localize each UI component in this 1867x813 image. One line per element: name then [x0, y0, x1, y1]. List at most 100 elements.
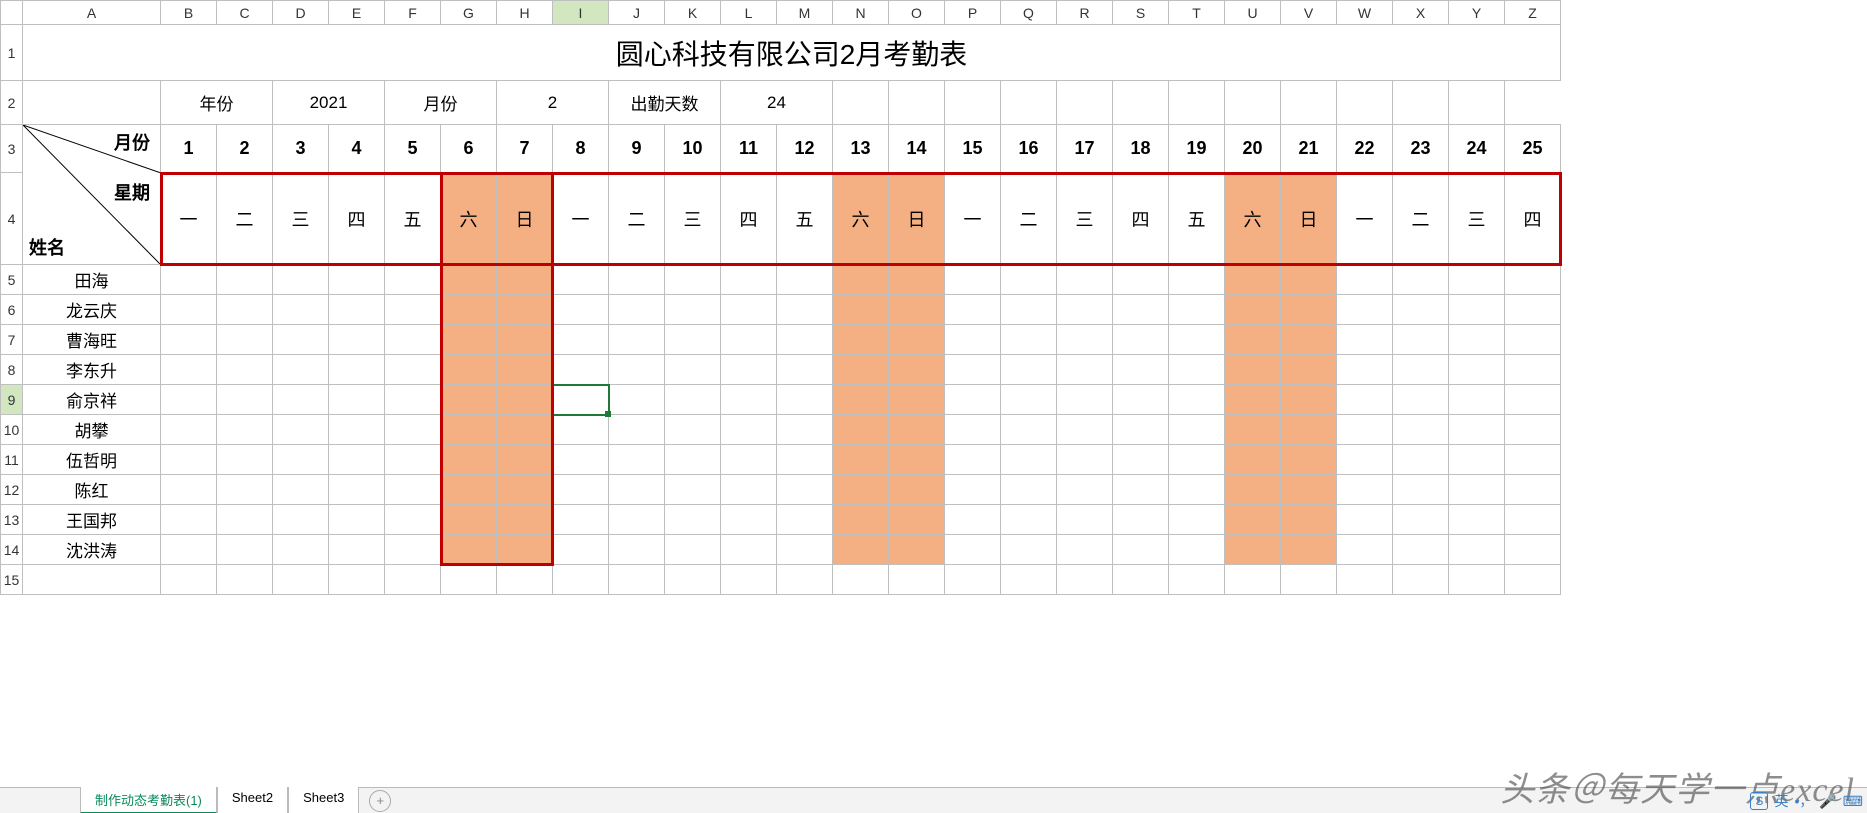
cell-O11[interactable]	[889, 445, 945, 475]
cell-blank-r2-9[interactable]	[1337, 81, 1393, 125]
cell-R12[interactable]	[1057, 475, 1113, 505]
cell-B9[interactable]	[161, 385, 217, 415]
col-header-N[interactable]: N	[833, 1, 889, 25]
weekday-13[interactable]: 六	[833, 173, 889, 265]
weekday-10[interactable]: 三	[665, 173, 721, 265]
cell-M12[interactable]	[777, 475, 833, 505]
weekday-24[interactable]: 三	[1449, 173, 1505, 265]
cell-W15[interactable]	[1337, 565, 1393, 595]
day-num-25[interactable]: 25	[1505, 125, 1561, 173]
day-num-8[interactable]: 8	[553, 125, 609, 173]
cell-B7[interactable]	[161, 325, 217, 355]
col-header-J[interactable]: J	[609, 1, 665, 25]
cell-T13[interactable]	[1169, 505, 1225, 535]
cell-W13[interactable]	[1337, 505, 1393, 535]
day-num-23[interactable]: 23	[1393, 125, 1449, 173]
cell-C15[interactable]	[217, 565, 273, 595]
cell-B6[interactable]	[161, 295, 217, 325]
cell-J11[interactable]	[609, 445, 665, 475]
name-cell-5[interactable]: 田海	[23, 265, 161, 295]
weekday-1[interactable]: 一	[161, 173, 217, 265]
cell-L12[interactable]	[721, 475, 777, 505]
cell-H14[interactable]	[497, 535, 553, 565]
cell-Q10[interactable]	[1001, 415, 1057, 445]
cell-blank-r2-11[interactable]	[1449, 81, 1505, 125]
cell-G9[interactable]	[441, 385, 497, 415]
cell-P10[interactable]	[945, 415, 1001, 445]
cell-M13[interactable]	[777, 505, 833, 535]
day-num-12[interactable]: 12	[777, 125, 833, 173]
cell-M8[interactable]	[777, 355, 833, 385]
day-num-13[interactable]: 13	[833, 125, 889, 173]
cell-blank-r2-6[interactable]	[1169, 81, 1225, 125]
weekday-23[interactable]: 二	[1393, 173, 1449, 265]
cell-J14[interactable]	[609, 535, 665, 565]
cell-U6[interactable]	[1225, 295, 1281, 325]
cell-L13[interactable]	[721, 505, 777, 535]
cell-Q5[interactable]	[1001, 265, 1057, 295]
cell-O7[interactable]	[889, 325, 945, 355]
cell-D12[interactable]	[273, 475, 329, 505]
cell-W10[interactable]	[1337, 415, 1393, 445]
col-header-K[interactable]: K	[665, 1, 721, 25]
cell-S7[interactable]	[1113, 325, 1169, 355]
cell-Y5[interactable]	[1449, 265, 1505, 295]
cell-L14[interactable]	[721, 535, 777, 565]
sheet-tab-2[interactable]: Sheet3	[288, 787, 359, 813]
cell-G12[interactable]	[441, 475, 497, 505]
cell-R8[interactable]	[1057, 355, 1113, 385]
cell-H8[interactable]	[497, 355, 553, 385]
row-header-3[interactable]: 3	[1, 125, 23, 173]
cell-D15[interactable]	[273, 565, 329, 595]
cell-H9[interactable]	[497, 385, 553, 415]
cell-T9[interactable]	[1169, 385, 1225, 415]
cell-V8[interactable]	[1281, 355, 1337, 385]
col-header-D[interactable]: D	[273, 1, 329, 25]
cell-L6[interactable]	[721, 295, 777, 325]
cell-I12[interactable]	[553, 475, 609, 505]
col-header-X[interactable]: X	[1393, 1, 1449, 25]
cell-M7[interactable]	[777, 325, 833, 355]
row-header-7[interactable]: 7	[1, 325, 23, 355]
cell-T12[interactable]	[1169, 475, 1225, 505]
cell-N14[interactable]	[833, 535, 889, 565]
cell-X12[interactable]	[1393, 475, 1449, 505]
cell-G11[interactable]	[441, 445, 497, 475]
cell-O9[interactable]	[889, 385, 945, 415]
sheet-tab-0[interactable]: 制作动态考勤表(1)	[80, 787, 217, 813]
cell-P14[interactable]	[945, 535, 1001, 565]
cell-P7[interactable]	[945, 325, 1001, 355]
cell-R11[interactable]	[1057, 445, 1113, 475]
cell-E5[interactable]	[329, 265, 385, 295]
day-num-2[interactable]: 2	[217, 125, 273, 173]
cell-L8[interactable]	[721, 355, 777, 385]
weekday-21[interactable]: 日	[1281, 173, 1337, 265]
row-header-2[interactable]: 2	[1, 81, 23, 125]
row-header-6[interactable]: 6	[1, 295, 23, 325]
cell-W14[interactable]	[1337, 535, 1393, 565]
cell-F10[interactable]	[385, 415, 441, 445]
cell-K13[interactable]	[665, 505, 721, 535]
row-header-10[interactable]: 10	[1, 415, 23, 445]
cell-D8[interactable]	[273, 355, 329, 385]
cell-Z12[interactable]	[1505, 475, 1561, 505]
cell-B15[interactable]	[161, 565, 217, 595]
weekday-20[interactable]: 六	[1225, 173, 1281, 265]
cell-E14[interactable]	[329, 535, 385, 565]
cell-H10[interactable]	[497, 415, 553, 445]
cell-G14[interactable]	[441, 535, 497, 565]
cell-T5[interactable]	[1169, 265, 1225, 295]
cell-P9[interactable]	[945, 385, 1001, 415]
day-num-4[interactable]: 4	[329, 125, 385, 173]
col-header-M[interactable]: M	[777, 1, 833, 25]
cell-E9[interactable]	[329, 385, 385, 415]
cell-M11[interactable]	[777, 445, 833, 475]
cell-K12[interactable]	[665, 475, 721, 505]
weekday-15[interactable]: 一	[945, 173, 1001, 265]
weekday-6[interactable]: 六	[441, 173, 497, 265]
row-header-4[interactable]: 4	[1, 173, 23, 265]
cell-V14[interactable]	[1281, 535, 1337, 565]
weekday-5[interactable]: 五	[385, 173, 441, 265]
row-header-5[interactable]: 5	[1, 265, 23, 295]
cell-Y14[interactable]	[1449, 535, 1505, 565]
